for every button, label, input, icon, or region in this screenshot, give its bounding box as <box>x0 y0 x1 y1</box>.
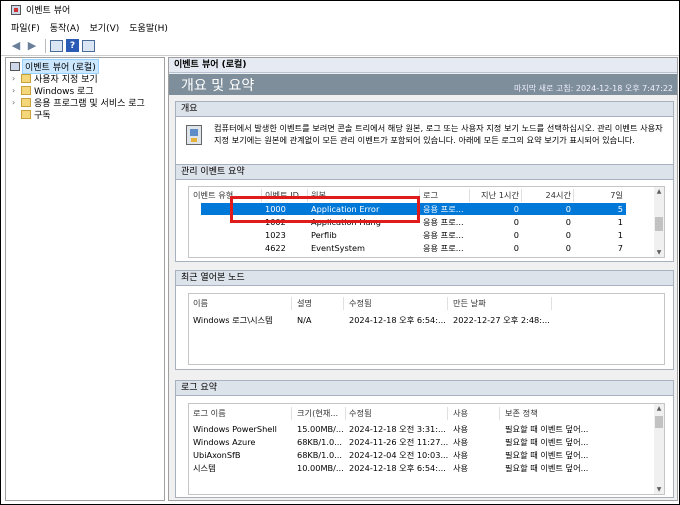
column-header[interactable]: 크기(현재... <box>297 407 347 419</box>
table-row[interactable]: Windows Azure 68KB/1.0... 2024-11-26 오전 … <box>189 436 664 448</box>
folder-icon <box>21 73 31 83</box>
recent-nodes-section: 최근 열어본 노드 이름 설명 수정됨 만든 날짜 Windows 로그\시스템… <box>175 270 674 370</box>
help-icon[interactable]: ? <box>66 39 79 52</box>
vertical-scrollbar[interactable]: ▲ ▼ <box>654 404 664 494</box>
expand-arrow-icon[interactable]: › <box>12 74 21 83</box>
main-pane: 이벤트 뷰어 (로컬) 개요 및 요약 마지막 새로 고침: 2024-12-1… <box>168 57 678 501</box>
overview-banner: 개요 및 요약 마지막 새로 고침: 2024-12-18 오후 7:47:22 <box>169 74 677 95</box>
event-viewer-icon <box>10 61 20 71</box>
log-summary-header-row: 로그 이름 크기(현재... 수정됨 사용 보존 정책 <box>189 407 664 420</box>
column-header[interactable]: 보존 정책 <box>505 407 605 419</box>
log-summary-section: 로그 요약 로그 이름 크기(현재... 수정됨 사용 보존 정책 Window… <box>175 380 674 498</box>
scroll-up-icon[interactable]: ▲ <box>654 404 664 413</box>
column-header[interactable]: 지난 1시간 <box>471 189 519 201</box>
table-row[interactable]: Windows 로그\시스템 N/A 2024-12-18 오후 6:54:..… <box>189 314 664 326</box>
column-header[interactable]: 수정됨 <box>349 297 449 309</box>
scroll-thumb[interactable] <box>655 217 663 231</box>
scroll-down-icon[interactable]: ▼ <box>654 485 664 494</box>
last-refresh-text: 마지막 새로 고침: 2024-12-18 오후 7:47:22 <box>514 84 673 93</box>
tree-item-app-service-logs[interactable]: › 응용 프로그램 및 서비스 로그 <box>12 96 145 109</box>
menu-bar: 파일(F) 동작(A) 보기(V) 도움말(H) <box>1 19 679 36</box>
window-title: 이벤트 뷰어 <box>26 6 71 16</box>
table-row[interactable]: Windows PowerShell 15.00MB/... 2024-12-1… <box>189 423 664 435</box>
folder-icon <box>21 97 31 107</box>
event-viewer-icon <box>11 4 21 15</box>
column-header[interactable]: 로그 <box>423 189 469 201</box>
action-pane-icon[interactable] <box>82 39 95 52</box>
tree-item-subscriptions[interactable]: 구독 <box>12 108 51 121</box>
event-log-icon <box>186 125 202 145</box>
column-header[interactable]: 만든 날짜 <box>453 297 553 309</box>
tree-item-root[interactable]: 이벤트 뷰어 (로컬) <box>10 58 99 74</box>
expand-arrow-icon[interactable]: › <box>12 86 21 95</box>
table-row[interactable]: 시스템 10.00MB/... 2024-12-18 오후 6:54:... 사… <box>189 462 664 474</box>
back-arrow-icon[interactable]: ◀ <box>9 39 23 53</box>
column-header[interactable]: 7일 <box>575 189 623 201</box>
admin-events-header[interactable]: 관리 이벤트 요약 <box>176 165 673 180</box>
column-header[interactable]: 설명 <box>297 297 343 309</box>
console-tree: 이벤트 뷰어 (로컬) › 사용자 지정 보기 › Windows 로그 › 응… <box>5 57 165 501</box>
recent-nodes-header-row: 이름 설명 수정됨 만든 날짜 <box>189 297 664 310</box>
column-header[interactable]: 이름 <box>193 297 293 309</box>
toolbar-divider <box>45 38 46 53</box>
page-title: 개요 및 요약 <box>181 78 255 94</box>
folder-icon <box>21 85 31 95</box>
table-row[interactable]: 4622 EventSystem 응용 프로... 0 0 7 <box>189 242 664 254</box>
main-pane-header: 이벤트 뷰어 (로컬) <box>169 58 677 73</box>
tree-item-windows-logs[interactable]: › Windows 로그 <box>12 84 94 97</box>
console-tree-icon[interactable] <box>50 39 63 52</box>
recent-nodes-table: 이름 설명 수정됨 만든 날짜 Windows 로그\시스템 N/A 2024-… <box>188 293 665 365</box>
column-header[interactable]: 수정됨 <box>349 407 449 419</box>
table-row[interactable]: 1023 Perflib 응용 프로... 0 0 1 <box>189 229 664 241</box>
tree-item-custom-views[interactable]: › 사용자 지정 보기 <box>12 72 98 85</box>
overview-section-header[interactable]: 개요 <box>176 102 673 117</box>
title-bar: 이벤트 뷰어 <box>1 1 679 18</box>
scroll-down-icon[interactable]: ▼ <box>654 248 664 257</box>
column-header[interactable]: 사용 <box>453 407 493 419</box>
menu-file[interactable]: 파일(F) <box>11 21 40 34</box>
recent-nodes-header[interactable]: 최근 열어본 노드 <box>176 271 673 286</box>
window-frame: 이벤트 뷰어 파일(F) 동작(A) 보기(V) 도움말(H) ◀ ▶ ? 이벤… <box>0 0 680 505</box>
menu-help[interactable]: 도움말(H) <box>129 21 168 34</box>
expand-arrow-icon[interactable]: › <box>12 98 21 107</box>
toolbar: ◀ ▶ ? <box>1 36 679 56</box>
log-summary-header[interactable]: 로그 요약 <box>176 381 673 396</box>
forward-arrow-icon[interactable]: ▶ <box>25 39 39 53</box>
column-header[interactable]: 로그 이름 <box>193 407 293 419</box>
overview-section: 개요 컴퓨터에서 발생한 이벤트를 보려면 콘솔 트리에서 해당 원본, 로그 … <box>175 101 674 166</box>
column-header[interactable]: 24시간 <box>523 189 571 201</box>
subscription-icon <box>21 109 31 119</box>
annotation-highlight-box <box>230 196 420 223</box>
vertical-scrollbar[interactable]: ▲ ▼ <box>654 187 664 257</box>
table-row[interactable]: UbiAxonSfB 68KB/1.0... 2024-12-04 오전 10:… <box>189 449 664 461</box>
scroll-thumb[interactable] <box>655 416 663 428</box>
overview-text: 컴퓨터에서 발생한 이벤트를 보려면 콘솔 트리에서 해당 원본, 로그 또는 … <box>214 123 663 145</box>
scroll-up-icon[interactable]: ▲ <box>654 187 664 196</box>
menu-view[interactable]: 보기(V) <box>90 21 120 34</box>
menu-action[interactable]: 동작(A) <box>50 21 80 34</box>
log-summary-table: 로그 이름 크기(현재... 수정됨 사용 보존 정책 Windows Powe… <box>188 403 665 495</box>
